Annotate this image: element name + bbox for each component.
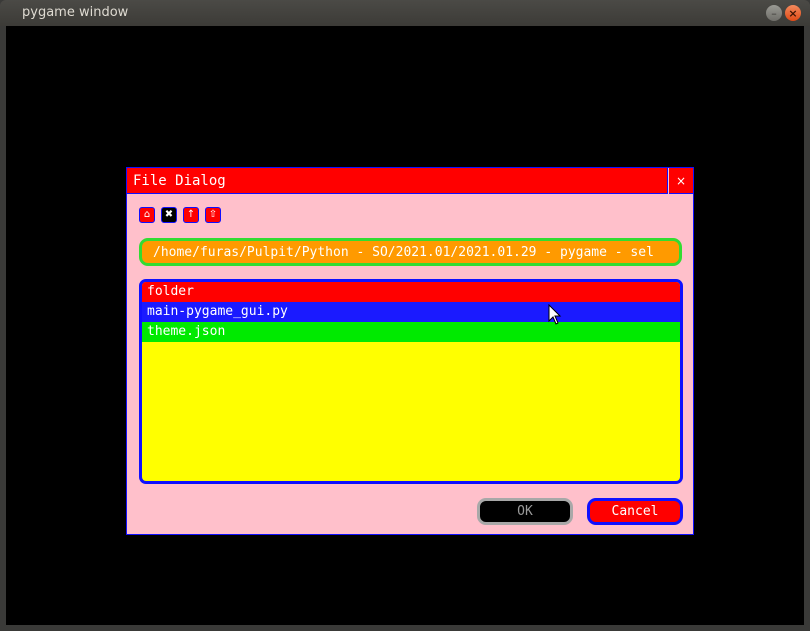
mouse-cursor-icon xyxy=(548,304,562,325)
file-list[interactable]: folder main-pygame_gui.py theme.json xyxy=(139,279,683,484)
dialog-close-button[interactable]: × xyxy=(669,168,693,194)
ok-button[interactable]: OK xyxy=(477,498,573,525)
path-value: /home/furas/Pulpit/Python - SO/2021.01/2… xyxy=(153,245,654,260)
window-title: pygame window xyxy=(22,5,129,20)
pygame-canvas: File Dialog × ⌂ ✖ ↑ ⇧ /home/furas/Pulpit… xyxy=(6,26,804,625)
path-input[interactable]: /home/furas/Pulpit/Python - SO/2021.01/2… xyxy=(139,238,682,266)
close-icon[interactable]: × xyxy=(785,5,801,21)
dialog-title-bar[interactable]: File Dialog xyxy=(127,168,668,194)
cancel-button[interactable]: Cancel xyxy=(587,498,683,525)
list-item-main-pygame-gui[interactable]: main-pygame_gui.py xyxy=(142,302,680,322)
home-icon[interactable]: ⌂ xyxy=(139,207,155,223)
file-dialog: File Dialog × ⌂ ✖ ↑ ⇧ /home/furas/Pulpit… xyxy=(126,167,694,535)
parent-directory-icon[interactable]: ↑ xyxy=(183,207,199,223)
dialog-title: File Dialog xyxy=(133,173,226,189)
delete-icon[interactable]: ✖ xyxy=(161,207,177,223)
window-titlebar: pygame window – × xyxy=(0,0,810,26)
minimize-icon[interactable]: – xyxy=(766,5,782,21)
list-item-folder[interactable]: folder xyxy=(142,282,680,302)
refresh-icon[interactable]: ⇧ xyxy=(205,207,221,223)
list-item-theme-json[interactable]: theme.json xyxy=(142,322,680,342)
